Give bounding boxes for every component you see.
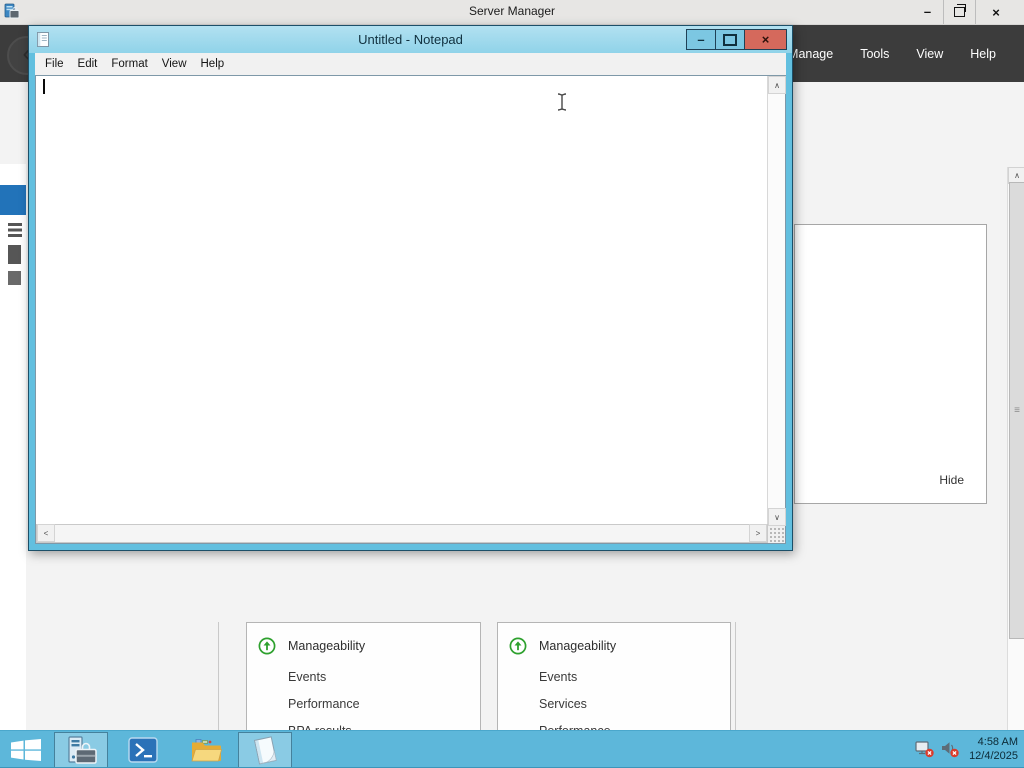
sidebar bbox=[0, 164, 26, 768]
menu-item-tools[interactable]: Tools bbox=[860, 47, 889, 61]
server-manager-icon bbox=[65, 735, 97, 766]
tile-link-services[interactable]: Services bbox=[539, 690, 611, 717]
tile-heading: Manageability bbox=[288, 639, 366, 653]
menu-item-edit[interactable]: Edit bbox=[71, 58, 105, 70]
desktop: Server Manager – × ‹ Manage Tools View H… bbox=[0, 0, 1024, 768]
maximize-icon bbox=[723, 33, 737, 46]
hide-button[interactable]: Hide bbox=[939, 473, 964, 487]
scroll-right-icon[interactable]: > bbox=[749, 524, 767, 542]
server-manager-menubar: Manage Tools View Help bbox=[788, 25, 996, 82]
tile-link-events[interactable]: Events bbox=[288, 663, 360, 690]
status-up-arrow-icon bbox=[258, 637, 276, 655]
scroll-down-icon[interactable]: ∨ bbox=[768, 508, 786, 526]
ibeam-cursor bbox=[555, 92, 569, 112]
text-caret bbox=[43, 79, 45, 94]
sidebar-item-icon[interactable] bbox=[8, 245, 21, 264]
server-manager-scrollbar[interactable]: ∧ ≡ ∨ bbox=[1007, 167, 1024, 768]
resize-grip[interactable] bbox=[768, 526, 785, 543]
taskbar-powershell-button[interactable] bbox=[117, 732, 169, 767]
server-manager-title: Server Manager bbox=[468, 4, 556, 18]
notepad-titlebar[interactable]: Untitled - Notepad – × bbox=[29, 26, 792, 53]
taskbar: 4:58 AM 12/4/2025 bbox=[0, 730, 1024, 768]
tile-link-performance[interactable]: Performance bbox=[288, 690, 360, 717]
menu-item-help[interactable]: Help bbox=[194, 58, 232, 70]
status-up-arrow-icon bbox=[509, 637, 527, 655]
server-manager-titlebar[interactable]: Server Manager – × bbox=[0, 0, 1024, 25]
minimize-icon: – bbox=[697, 31, 705, 47]
notepad-close-button[interactable]: × bbox=[744, 29, 787, 50]
notepad-client-area: ∧ ∨ < > bbox=[35, 75, 786, 544]
notepad-menubar: File Edit Format View Help bbox=[35, 53, 786, 75]
menu-item-help[interactable]: Help bbox=[970, 47, 996, 61]
notepad-maximize-button[interactable] bbox=[715, 29, 745, 50]
notepad-icon bbox=[250, 735, 280, 766]
close-button[interactable]: × bbox=[975, 0, 1016, 24]
start-button[interactable] bbox=[0, 732, 52, 767]
tile-heading: Manageability bbox=[539, 639, 617, 653]
menu-item-view[interactable]: View bbox=[155, 58, 194, 70]
clock-time: 4:58 AM bbox=[977, 736, 1018, 748]
notepad-title: Untitled - Notepad bbox=[358, 32, 463, 47]
file-explorer-icon bbox=[190, 736, 222, 764]
network-disconnected-icon[interactable] bbox=[915, 740, 935, 758]
sidebar-item-icon[interactable] bbox=[8, 223, 22, 237]
scrollbar-thumb[interactable]: ≡ bbox=[1009, 182, 1024, 639]
powershell-icon bbox=[128, 736, 158, 764]
tile-link-events[interactable]: Events bbox=[539, 663, 611, 690]
menu-item-file[interactable]: File bbox=[38, 58, 71, 70]
taskbar-notepad-button[interactable] bbox=[238, 732, 292, 768]
restore-icon bbox=[954, 4, 966, 17]
menu-item-manage[interactable]: Manage bbox=[788, 47, 833, 61]
taskbar-file-explorer-button[interactable] bbox=[180, 732, 232, 767]
details-panel: Hide bbox=[794, 224, 987, 504]
notepad-vscrollbar[interactable]: ∧ ∨ bbox=[767, 76, 786, 526]
notepad-hscrollbar[interactable]: < > bbox=[36, 524, 768, 543]
close-icon: × bbox=[761, 32, 770, 47]
minimize-icon: – bbox=[923, 4, 932, 19]
windows-logo-icon bbox=[11, 738, 41, 761]
close-icon: × bbox=[992, 4, 1000, 20]
menu-item-view[interactable]: View bbox=[916, 47, 943, 61]
volume-muted-icon[interactable] bbox=[940, 740, 960, 758]
clock-date: 12/4/2025 bbox=[969, 750, 1018, 762]
taskbar-server-manager-button[interactable] bbox=[54, 732, 108, 768]
system-tray: 4:58 AM 12/4/2025 bbox=[915, 731, 1018, 767]
scroll-left-icon[interactable]: < bbox=[37, 524, 55, 542]
menu-item-format[interactable]: Format bbox=[104, 58, 154, 70]
restore-button[interactable] bbox=[943, 0, 975, 24]
notepad-text-area[interactable] bbox=[36, 76, 768, 526]
notepad-window: Untitled - Notepad – × File Edit Format … bbox=[28, 25, 793, 551]
sidebar-item-icon[interactable] bbox=[8, 271, 21, 285]
minimize-button[interactable]: – bbox=[912, 0, 943, 24]
notepad-minimize-button[interactable]: – bbox=[686, 29, 716, 50]
taskbar-clock[interactable]: 4:58 AM 12/4/2025 bbox=[969, 735, 1018, 763]
sidebar-item-selected[interactable] bbox=[0, 185, 26, 215]
scrollbar-grip-icon: ≡ bbox=[1014, 405, 1020, 416]
scroll-up-icon[interactable]: ∧ bbox=[768, 76, 786, 94]
